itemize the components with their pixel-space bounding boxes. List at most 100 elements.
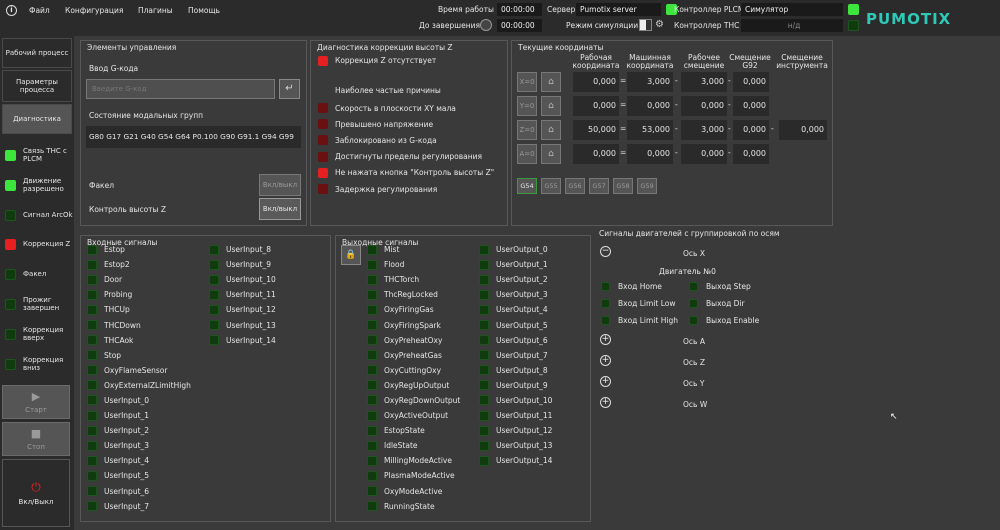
output-signal-row: UserOutput_9 <box>479 378 552 393</box>
gear-icon[interactable]: ⚙ <box>655 19 664 30</box>
stop-button[interactable]: ■ Стоп <box>2 422 70 456</box>
expand-icon[interactable]: + <box>600 334 611 345</box>
menu-config[interactable]: Конфигурация <box>65 6 123 15</box>
tab-g59[interactable]: G59 <box>637 178 657 194</box>
z-tool-offset: 0,000 <box>779 120 827 140</box>
status-led <box>689 299 698 309</box>
mouse-cursor-icon: ↖ <box>890 412 898 422</box>
status-led <box>5 299 16 311</box>
info-icon[interactable]: i <box>6 5 17 16</box>
equals-sign: = <box>620 124 627 133</box>
lock-icon[interactable]: 🔒 <box>341 245 361 265</box>
status-led <box>209 335 219 346</box>
output-signal-row: ThcRegLocked <box>367 287 460 302</box>
side-indicator-torch: Факел <box>5 269 71 280</box>
output-signal-row: UserOutput_10 <box>479 393 552 408</box>
thc-value: н/д <box>741 19 843 32</box>
minus-sign: - <box>728 124 731 133</box>
start-button[interactable]: ▶ Старт <box>2 385 70 419</box>
pumotix-logo: PUMOTIX <box>866 10 952 28</box>
status-led <box>87 440 97 451</box>
side-indicator-correction-down: Коррекция вниз <box>5 356 71 372</box>
status-led <box>5 359 16 371</box>
home-icon[interactable]: ⌂ <box>541 144 561 164</box>
enter-icon[interactable]: ↵ <box>279 79 300 99</box>
home-icon[interactable]: ⌂ <box>541 120 561 140</box>
expand-icon[interactable]: + <box>600 355 611 366</box>
tab-g56[interactable]: G56 <box>565 178 585 194</box>
torch-toggle-button[interactable]: Вкл/выкл <box>259 174 301 196</box>
minus-sign: - <box>728 76 731 85</box>
status-led <box>367 501 377 512</box>
status-led <box>87 244 97 255</box>
tab-g55[interactable]: G55 <box>541 178 561 194</box>
equals-sign: = <box>620 76 627 85</box>
menu-file[interactable]: Файл <box>29 6 50 15</box>
status-led <box>87 335 97 346</box>
side-indicator-motion: Движение разрешено <box>5 177 71 193</box>
output-signal-row: OxyCuttingOxy <box>367 363 460 378</box>
input-signal-row: UserInput_11 <box>209 287 276 302</box>
collapse-icon[interactable]: − <box>600 246 611 257</box>
status-led <box>367 455 377 466</box>
x-work-coord: 0,000 <box>573 72 619 92</box>
tab-g54[interactable]: G54 <box>517 178 537 194</box>
tab-diagnostics[interactable]: Диагностика <box>2 104 72 134</box>
output-signal-row: OxyPreheatGas <box>367 348 460 363</box>
sim-mode-toggle[interactable] <box>639 19 652 31</box>
side-indicator-correction-up: Коррекция вверх <box>5 326 71 342</box>
menu-plugins[interactable]: Плагины <box>138 6 173 15</box>
tab-g57[interactable]: G57 <box>589 178 609 194</box>
motors-title: Сигналы двигателей с группировкой по ося… <box>599 229 780 238</box>
outputs-col1: Mist Flood THCTorch ThcRegLocked OxyFiri… <box>367 242 460 514</box>
zero-z-button[interactable]: Z=0 <box>517 120 537 140</box>
status-led <box>87 274 97 285</box>
input-signal-row: THCDown <box>87 317 191 332</box>
output-signal-row: OxyRegUpOutput <box>367 378 460 393</box>
a-work-offset: 0,000 <box>681 144 727 164</box>
coords-title: Текущие координаты <box>518 43 604 52</box>
home-icon[interactable]: ⌂ <box>541 72 561 92</box>
tab-process-params[interactable]: Параметры процесса <box>2 70 72 102</box>
zero-a-button[interactable]: A=0 <box>517 144 537 164</box>
height-toggle-button[interactable]: Вкл/выкл <box>259 198 301 220</box>
status-led <box>367 289 377 300</box>
motor-signals-panel <box>594 226 1000 526</box>
menu-help[interactable]: Помощь <box>188 6 220 15</box>
z-work-offset: 3,000 <box>681 120 727 140</box>
status-led <box>479 304 489 315</box>
input-signal-row: Estop2 <box>87 257 191 272</box>
status-led <box>367 380 377 391</box>
tab-work-process[interactable]: Рабочий процесс <box>2 38 72 68</box>
status-led <box>689 316 698 326</box>
zero-y-button[interactable]: Y=0 <box>517 96 537 116</box>
home-icon[interactable]: ⌂ <box>541 96 561 116</box>
minus-sign: - <box>675 148 678 157</box>
status-led <box>87 501 97 512</box>
input-signal-row: UserInput_7 <box>87 499 191 514</box>
expand-icon[interactable]: + <box>600 376 611 387</box>
axis-label: Ось A <box>683 337 705 346</box>
output-signal-row: OxyRegDownOutput <box>367 393 460 408</box>
y-g92-offset: 0,000 <box>733 96 769 116</box>
side-indicator-thc-link: Связь THC с PLCM <box>5 147 71 163</box>
input-signal-row: UserInput_2 <box>87 423 191 438</box>
status-led <box>5 329 16 341</box>
a-machine-coord: 0,000 <box>627 144 673 164</box>
plcm-value: Симулятор <box>741 3 843 16</box>
output-signal-row: IdleState <box>367 438 460 453</box>
expand-icon[interactable]: + <box>600 397 611 408</box>
input-signal-row: UserInput_10 <box>209 272 276 287</box>
tab-g58[interactable]: G58 <box>613 178 633 194</box>
zero-x-button[interactable]: X=0 <box>517 72 537 92</box>
input-signal-row: Estop <box>87 242 191 257</box>
status-led <box>87 380 97 391</box>
status-led <box>479 274 489 285</box>
causes-list: Скорость в плоскости XY мала Превышено н… <box>318 100 494 197</box>
plcm-status-led <box>848 4 859 15</box>
power-button[interactable]: ⏻ Вкл/Выкл <box>2 459 70 527</box>
x-g92-offset: 0,000 <box>733 72 769 92</box>
status-led <box>87 455 97 466</box>
gcode-input[interactable]: Введите G-код <box>86 79 275 99</box>
status-led <box>5 269 16 280</box>
